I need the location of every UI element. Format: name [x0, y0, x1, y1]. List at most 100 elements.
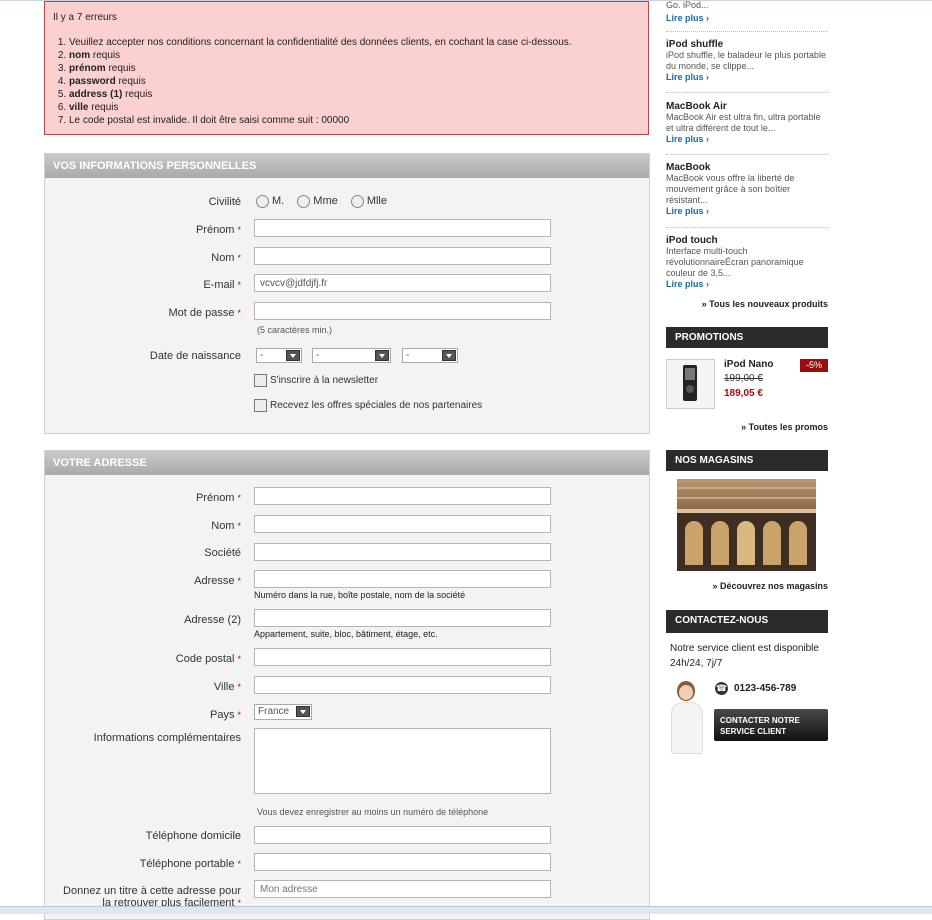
read-more-link[interactable]: Lire plus — [666, 13, 828, 23]
addr-nom-input[interactable] — [254, 515, 551, 533]
promotions-header: PROMOTIONS — [666, 327, 828, 348]
product-item: iPod shuffle iPod shuffle, le baladeur l… — [666, 39, 828, 82]
address-section: VOTRE ADRESSE Prénom * Nom * Société Adres… — [44, 450, 650, 920]
support-agent-image — [667, 678, 707, 754]
address-title: VOTRE ADRESSE — [45, 451, 649, 475]
offers-checkbox[interactable]: Recevez les offres spéciales de nos part… — [254, 399, 482, 412]
read-more-link[interactable]: Lire plus — [666, 279, 828, 289]
product-name[interactable]: MacBook — [666, 162, 828, 173]
adresse-input[interactable] — [254, 570, 551, 588]
divider — [666, 31, 828, 32]
alias-input[interactable] — [254, 880, 551, 898]
product-desc: MacBook Air est ultra fin, ultra portabl… — [666, 112, 821, 133]
error-box: Il y a 7 erreurs Veuillez accepter nos c… — [44, 1, 649, 135]
adresse2-label: Adresse (2) — [184, 614, 241, 626]
read-more-link[interactable]: Lire plus — [666, 206, 828, 216]
radio-mme[interactable]: Mme — [297, 195, 338, 208]
tel-label: Téléphone domicile — [145, 830, 241, 842]
product-top: Go. iPod... Lire plus — [666, 0, 828, 23]
product-desc: Interface multi-touch révolutionnaireÉcr… — [666, 246, 804, 278]
birth-year-select[interactable]: - — [402, 348, 458, 363]
password-label: Mot de passe * — [168, 307, 241, 319]
email-label: E-mail * — [203, 279, 241, 291]
discount-badge: -5% — [800, 359, 828, 372]
adresse2-input[interactable] — [254, 609, 551, 627]
contact-header: CONTACTEZ-NOUS — [666, 610, 828, 633]
civilite-label: Civilité — [208, 196, 241, 208]
password-input[interactable] — [254, 302, 551, 320]
phone-icon: ☎ — [715, 682, 728, 695]
promo-product-name[interactable]: iPod Nano — [724, 359, 773, 370]
contact-service-button[interactable]: CONTACTER NOTRE SERVICE CLIENT — [714, 709, 828, 741]
cp-label: Code postal * — [175, 653, 241, 665]
error-title: Il y a 7 erreurs — [53, 12, 117, 23]
ville-input[interactable] — [254, 676, 551, 694]
personal-info-title: VOS INFORMATIONS PERSONNELLES — [45, 154, 649, 178]
adresse-label: Adresse * — [194, 575, 241, 587]
nom-input[interactable] — [254, 247, 551, 265]
new-price: 189,05 € — [724, 388, 763, 399]
pays-select[interactable]: France — [254, 704, 312, 720]
error-item: Veuillez accepter nos conditions concern… — [69, 36, 640, 49]
error-item: Le code postal est invalide. Il doit êtr… — [69, 114, 640, 127]
phone-number: 0123-456-789 — [734, 683, 797, 694]
product-name[interactable]: MacBook Air — [666, 101, 828, 112]
store-photo[interactable] — [677, 479, 816, 571]
error-item: password requis — [69, 75, 640, 88]
product-item: MacBook MacBook vous offre la liberté de… — [666, 162, 828, 216]
societe-input[interactable] — [254, 543, 551, 561]
mobile-label: Téléphone portable * — [139, 858, 241, 870]
divider — [666, 92, 828, 93]
addr-prenom-label: Prénom * — [195, 492, 241, 504]
divider — [666, 154, 828, 155]
addr-nom-label: Nom * — [211, 520, 241, 532]
adresse-hint: Numéro dans la rue, boîte postale, nom d… — [254, 590, 466, 600]
product-name[interactable]: iPod touch — [666, 235, 828, 246]
newsletter-checkbox[interactable]: S'inscrire à la newsletter — [254, 374, 378, 387]
mobile-input[interactable] — [254, 853, 551, 871]
radio-m[interactable]: M. — [256, 195, 284, 208]
phone-notice: Vous devez enregistrer au moins un numér… — [257, 807, 489, 817]
all-new-products-link[interactable]: Tous les nouveaux produits — [702, 299, 828, 309]
all-promos-link[interactable]: Toutes les promos — [741, 422, 828, 432]
product-desc: MacBook vous offre la liberté de mouveme… — [666, 173, 795, 205]
cp-input[interactable] — [254, 648, 551, 666]
product-item: MacBook Air MacBook Air est ultra fin, u… — [666, 101, 828, 144]
error-item: address (1) requis — [69, 88, 640, 101]
error-item: nom requis — [69, 49, 640, 62]
infos-textarea[interactable] — [254, 728, 551, 794]
chevron-down-icon — [375, 350, 389, 361]
error-list: Veuillez accepter nos conditions concern… — [53, 36, 640, 127]
prenom-input[interactable] — [254, 219, 551, 237]
chevron-down-icon — [296, 706, 310, 717]
read-more-link[interactable]: Lire plus — [666, 72, 828, 82]
product-item: iPod touch Interface multi-touch révolut… — [666, 235, 828, 289]
email-input[interactable] — [254, 274, 551, 292]
error-item: ville requis — [69, 101, 640, 114]
societe-label: Société — [204, 547, 241, 559]
chevron-down-icon — [442, 350, 456, 361]
radio-mlle[interactable]: Mlle — [350, 195, 387, 208]
stores-link[interactable]: Découvrez nos magasins — [712, 581, 828, 591]
birthdate-label: Date de naissance — [149, 350, 241, 362]
contact-text: Notre service client est disponible 24h/… — [670, 643, 819, 669]
birth-month-select[interactable]: - — [312, 348, 391, 363]
prenom-label: Prénom * — [195, 224, 241, 236]
pays-label: Pays * — [210, 709, 241, 721]
chevron-down-icon — [286, 350, 300, 361]
product-desc: Go. iPod... — [666, 0, 709, 10]
product-desc: iPod shuffle, le baladeur le plus portab… — [666, 50, 826, 71]
ipod-nano-image[interactable] — [666, 359, 715, 409]
divider — [666, 227, 828, 228]
ville-label: Ville * — [213, 681, 241, 693]
addr-prenom-input[interactable] — [254, 487, 551, 505]
civilite-options: M. Mme Mlle — [256, 195, 387, 208]
read-more-link[interactable]: Lire plus — [666, 134, 828, 144]
personal-info-section: VOS INFORMATIONS PERSONNELLES Civilité M… — [44, 153, 650, 434]
birth-day-select[interactable]: - — [256, 348, 302, 363]
password-hint: (5 caractères min.) — [257, 325, 333, 335]
tel-input[interactable] — [254, 826, 551, 844]
product-name[interactable]: iPod shuffle — [666, 39, 828, 50]
error-item: prénom requis — [69, 62, 640, 75]
nom-label: Nom * — [211, 252, 241, 264]
